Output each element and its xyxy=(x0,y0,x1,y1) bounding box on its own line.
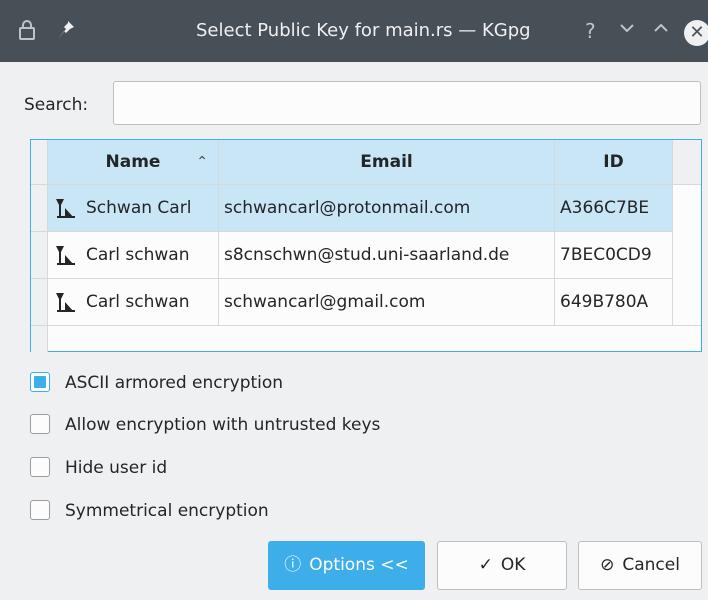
window-title: Select Public Key for main.rs — KGpg xyxy=(196,20,531,41)
checkbox-label: Hide user id xyxy=(65,458,168,478)
table-row[interactable]: Carl schwan schwancarl@gmail.com 649B780… xyxy=(48,279,673,326)
table-row[interactable]: Carl schwan s8cnschwn@stud.uni-saarland.… xyxy=(48,232,673,279)
row-header[interactable] xyxy=(31,279,48,326)
id-cell[interactable]: 7BEC0CD9 xyxy=(555,232,673,279)
key-name: Schwan Carl xyxy=(86,198,192,218)
column-header-id[interactable]: ID xyxy=(555,140,673,185)
checkbox-label: Symmetrical encryption xyxy=(65,501,269,521)
checkmark-icon: ✓ xyxy=(478,555,493,575)
cancel-button[interactable]: ⊘ Cancel xyxy=(578,541,702,590)
options-button-label: Options << xyxy=(309,555,409,575)
search-input[interactable] xyxy=(113,81,701,125)
checkbox-box[interactable] xyxy=(30,372,50,392)
key-table[interactable]: Name ⌃ Email ID Schwan Carl schwancarl@p… xyxy=(30,139,702,352)
search-label: Search: xyxy=(24,95,89,115)
email-cell[interactable]: schwancarl@protonmail.com xyxy=(219,185,555,232)
lock-icon[interactable] xyxy=(18,19,36,46)
table-empty-area xyxy=(31,325,701,352)
column-header-name-label: Name xyxy=(105,152,161,172)
table-corner xyxy=(31,140,48,185)
checkbox-label: Allow encryption with untrusted keys xyxy=(65,415,381,435)
minimize-button[interactable] xyxy=(617,17,637,45)
row-header-empty xyxy=(31,326,48,352)
key-name: Carl schwan xyxy=(86,245,190,265)
row-header[interactable] xyxy=(31,232,48,279)
ok-button[interactable]: ✓ OK xyxy=(437,541,567,590)
key-name: Carl schwan xyxy=(86,292,190,312)
sort-ascending-icon: ⌃ xyxy=(196,154,208,170)
cancel-icon: ⊘ xyxy=(600,555,615,575)
ok-button-label: OK xyxy=(500,555,526,575)
name-cell[interactable]: Schwan Carl xyxy=(48,185,219,232)
name-cell[interactable]: Carl schwan xyxy=(48,279,219,326)
title-bar: Select Public Key for main.rs — KGpg ? ✕ xyxy=(0,0,708,62)
info-icon: ⓘ xyxy=(284,555,302,575)
email-cell[interactable]: s8cnschwn@stud.uni-saarland.de xyxy=(219,232,555,279)
checkbox-box[interactable] xyxy=(30,414,50,434)
maximize-button[interactable] xyxy=(651,17,671,45)
close-button[interactable]: ✕ xyxy=(684,20,708,46)
id-cell[interactable]: A366C7BE xyxy=(555,185,673,232)
checkbox-box[interactable] xyxy=(30,457,50,477)
cancel-button-label: Cancel xyxy=(622,555,680,575)
key-pair-icon xyxy=(56,199,75,218)
key-pair-icon xyxy=(56,246,75,265)
key-pair-icon xyxy=(56,293,75,312)
column-header-email[interactable]: Email xyxy=(219,140,555,185)
column-header-filler xyxy=(673,140,701,185)
options-button[interactable]: ⓘ Options << xyxy=(268,541,425,590)
help-button[interactable]: ? xyxy=(585,17,596,45)
pin-icon[interactable] xyxy=(56,19,76,46)
row-header[interactable] xyxy=(31,185,48,232)
table-row[interactable]: Schwan Carl schwancarl@protonmail.com A3… xyxy=(48,185,673,232)
column-header-name[interactable]: Name ⌃ xyxy=(48,140,219,185)
checkbox-box[interactable] xyxy=(30,500,50,520)
name-cell[interactable]: Carl schwan xyxy=(48,232,219,279)
email-cell[interactable]: schwancarl@gmail.com xyxy=(219,279,555,326)
checkbox-label: ASCII armored encryption xyxy=(65,373,284,393)
id-cell[interactable]: 649B780A xyxy=(555,279,673,326)
